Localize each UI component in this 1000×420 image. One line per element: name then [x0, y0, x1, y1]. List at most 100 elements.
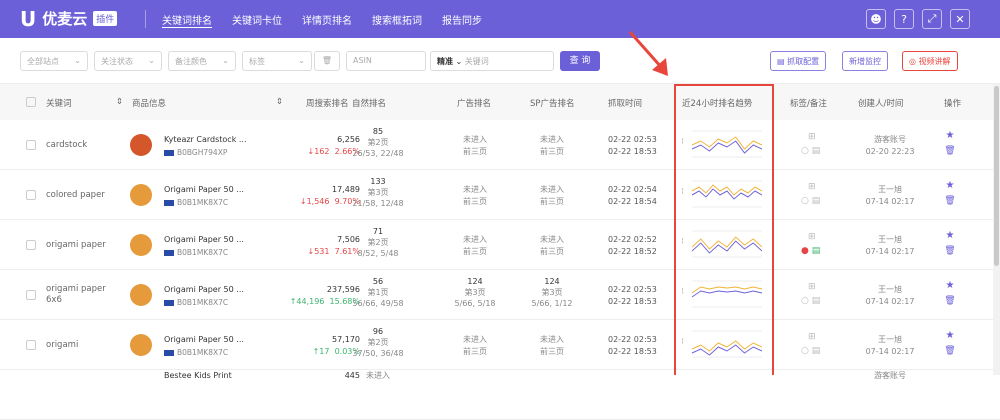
weekly-rank: 17,489	[332, 185, 360, 194]
asin-input[interactable]: ASIN	[346, 51, 426, 71]
delete-icon[interactable]: 🗑	[944, 346, 956, 356]
nav-detail-rank[interactable]: 详情页排名	[302, 12, 352, 27]
sort-icon[interactable]: ⇕	[276, 97, 283, 107]
scrollbar-thumb[interactable]	[994, 86, 999, 266]
note-icon[interactable]: ▤	[812, 146, 821, 156]
natural-rank: 56	[372, 277, 384, 286]
note-color-dot[interactable]: ○	[801, 146, 809, 156]
product-name[interactable]: Origami Paper 50 ...	[164, 334, 244, 345]
help-icon[interactable]: ?	[894, 9, 914, 29]
fetch-time-2: 02-22 18:53	[608, 147, 657, 156]
delete-icon[interactable]: 🗑	[944, 146, 956, 156]
note-color-dot[interactable]: ○	[801, 196, 809, 206]
delete-icon[interactable]: 🗑	[944, 196, 956, 206]
user-icon[interactable]: ☻	[866, 9, 886, 29]
top-bar: U 优麦云 插件 关键词排名 关键词卡位 详情页排名 搜索框拓词 报告同步 ☻ …	[0, 0, 1000, 38]
plugin-badge: 插件	[93, 11, 118, 26]
keyword-input[interactable]: 精准 ⌄ 关键词	[430, 51, 554, 71]
note-icon[interactable]: ▤	[812, 246, 821, 256]
row-checkbox[interactable]	[26, 140, 36, 150]
star-icon[interactable]: ★	[944, 330, 956, 341]
product-thumbnail[interactable]	[130, 134, 152, 156]
product-name[interactable]: Origami Paper 50 ...	[164, 234, 244, 245]
keyword-text: colored paper	[46, 190, 105, 200]
creator-time: 07-14 02:17	[865, 197, 915, 206]
fetch-time-1: 02-22 02:53	[608, 335, 657, 344]
arrow-annotation	[628, 31, 668, 76]
note-icon[interactable]: ▤	[812, 346, 821, 356]
note-color-select[interactable]: 备注颜色 ⌄	[168, 51, 236, 71]
fetch-time-1: 02-22 02:53	[608, 285, 657, 294]
row-checkbox[interactable]	[26, 240, 36, 250]
natural-rank: 133	[370, 177, 386, 186]
note-icon[interactable]: ▤	[812, 296, 821, 306]
sp-sub: 前三页	[540, 197, 564, 206]
sort-icon[interactable]: ⇕	[116, 97, 123, 107]
us-flag-icon	[164, 300, 174, 306]
product-thumbnail[interactable]	[130, 284, 152, 306]
row-checkbox[interactable]	[26, 290, 36, 300]
follow-select[interactable]: 关注状态 ⌄	[94, 51, 162, 71]
product-name[interactable]: Origami Paper 50 ...	[164, 284, 244, 295]
sp-pos: 5/66, 1/12	[531, 299, 573, 308]
note-icons: ● ▤	[801, 246, 820, 257]
us-flag-icon	[164, 250, 174, 256]
query-button[interactable]: 查 询	[560, 51, 600, 71]
ad-sub: 前三页	[463, 347, 487, 356]
add-tag-icon[interactable]: ⊞	[808, 182, 816, 193]
site-select[interactable]: 全部站点 ⌄	[20, 51, 88, 71]
asin-label: B0B1MK8X7C	[164, 297, 228, 308]
us-flag-icon	[164, 150, 174, 156]
table-row: cardstock Kyteazr Cardstock ... B0BGH794…	[0, 120, 1000, 170]
product-name[interactable]: Bestee Kids Print	[164, 370, 232, 381]
natural-page: 第2页	[367, 138, 389, 147]
header-keyword: 关键词	[46, 99, 72, 109]
row-checkbox[interactable]	[26, 340, 36, 350]
note-color-dot[interactable]: ●	[801, 246, 809, 256]
note-icon[interactable]: ▤	[812, 196, 821, 206]
weekly-rank: 237,596	[326, 285, 360, 294]
product-thumbnail[interactable]	[130, 234, 152, 256]
nav-keyword-slot[interactable]: 关键词卡位	[232, 12, 282, 27]
ad-rank: 未进入	[463, 335, 487, 344]
delete-icon[interactable]: 🗑	[944, 296, 956, 306]
header-fetch-time: 抓取时间	[608, 99, 643, 109]
weekly-rank: 6,256	[337, 135, 360, 144]
nav-search-expand[interactable]: 搜索框拓词	[372, 12, 422, 27]
star-icon[interactable]: ★	[944, 180, 956, 191]
close-icon[interactable]: ✕	[950, 9, 970, 29]
row-checkbox[interactable]	[26, 190, 36, 200]
star-icon[interactable]: ★	[944, 280, 956, 291]
note-color-dot[interactable]: ○	[801, 296, 809, 306]
chevron-down-icon: ⌄	[222, 56, 229, 65]
header-sp: SP广告排名	[530, 99, 575, 109]
add-tag-icon[interactable]: ⊞	[808, 282, 816, 293]
video-tutorial-button[interactable]: ◎ 视频讲解	[902, 51, 958, 71]
add-tag-icon[interactable]: ⊞	[808, 332, 816, 343]
star-icon[interactable]: ★	[944, 130, 956, 141]
creator-name: 游客账号	[874, 135, 906, 144]
keyword-text: origami	[46, 340, 79, 350]
natural-rank: 71	[372, 227, 384, 236]
sp-sub: 前三页	[540, 147, 564, 156]
delete-icon[interactable]: 🗑	[944, 246, 956, 256]
new-monitor-button[interactable]: 新增监控	[842, 51, 888, 71]
nav-keyword-rank[interactable]: 关键词排名	[162, 12, 212, 27]
select-all-checkbox[interactable]	[26, 97, 36, 107]
product-thumbnail[interactable]	[130, 334, 152, 356]
expand-icon[interactable]: ⤢	[922, 9, 942, 29]
fetch-config-button[interactable]: ▤ 抓取配置	[770, 51, 827, 71]
product-name[interactable]: Origami Paper 50 ...	[164, 184, 244, 195]
note-color-dot[interactable]: ○	[801, 346, 809, 356]
product-thumbnail[interactable]	[130, 184, 152, 206]
star-icon[interactable]: ★	[944, 230, 956, 241]
nav-report-sync[interactable]: 报告同步	[442, 12, 482, 27]
match-select[interactable]: 精准	[437, 57, 453, 66]
add-tag-icon[interactable]: ⊞	[808, 132, 816, 143]
tag-select[interactable]: 标签 ⌄	[242, 51, 312, 71]
weekly-rank: 57,170	[332, 335, 360, 344]
add-tag-icon[interactable]: ⊞	[808, 232, 816, 243]
trash-icon[interactable]: 🗑	[314, 51, 340, 71]
ad-sub: 第3页	[464, 288, 486, 297]
product-name[interactable]: Kyteazr Cardstock ...	[164, 134, 247, 145]
